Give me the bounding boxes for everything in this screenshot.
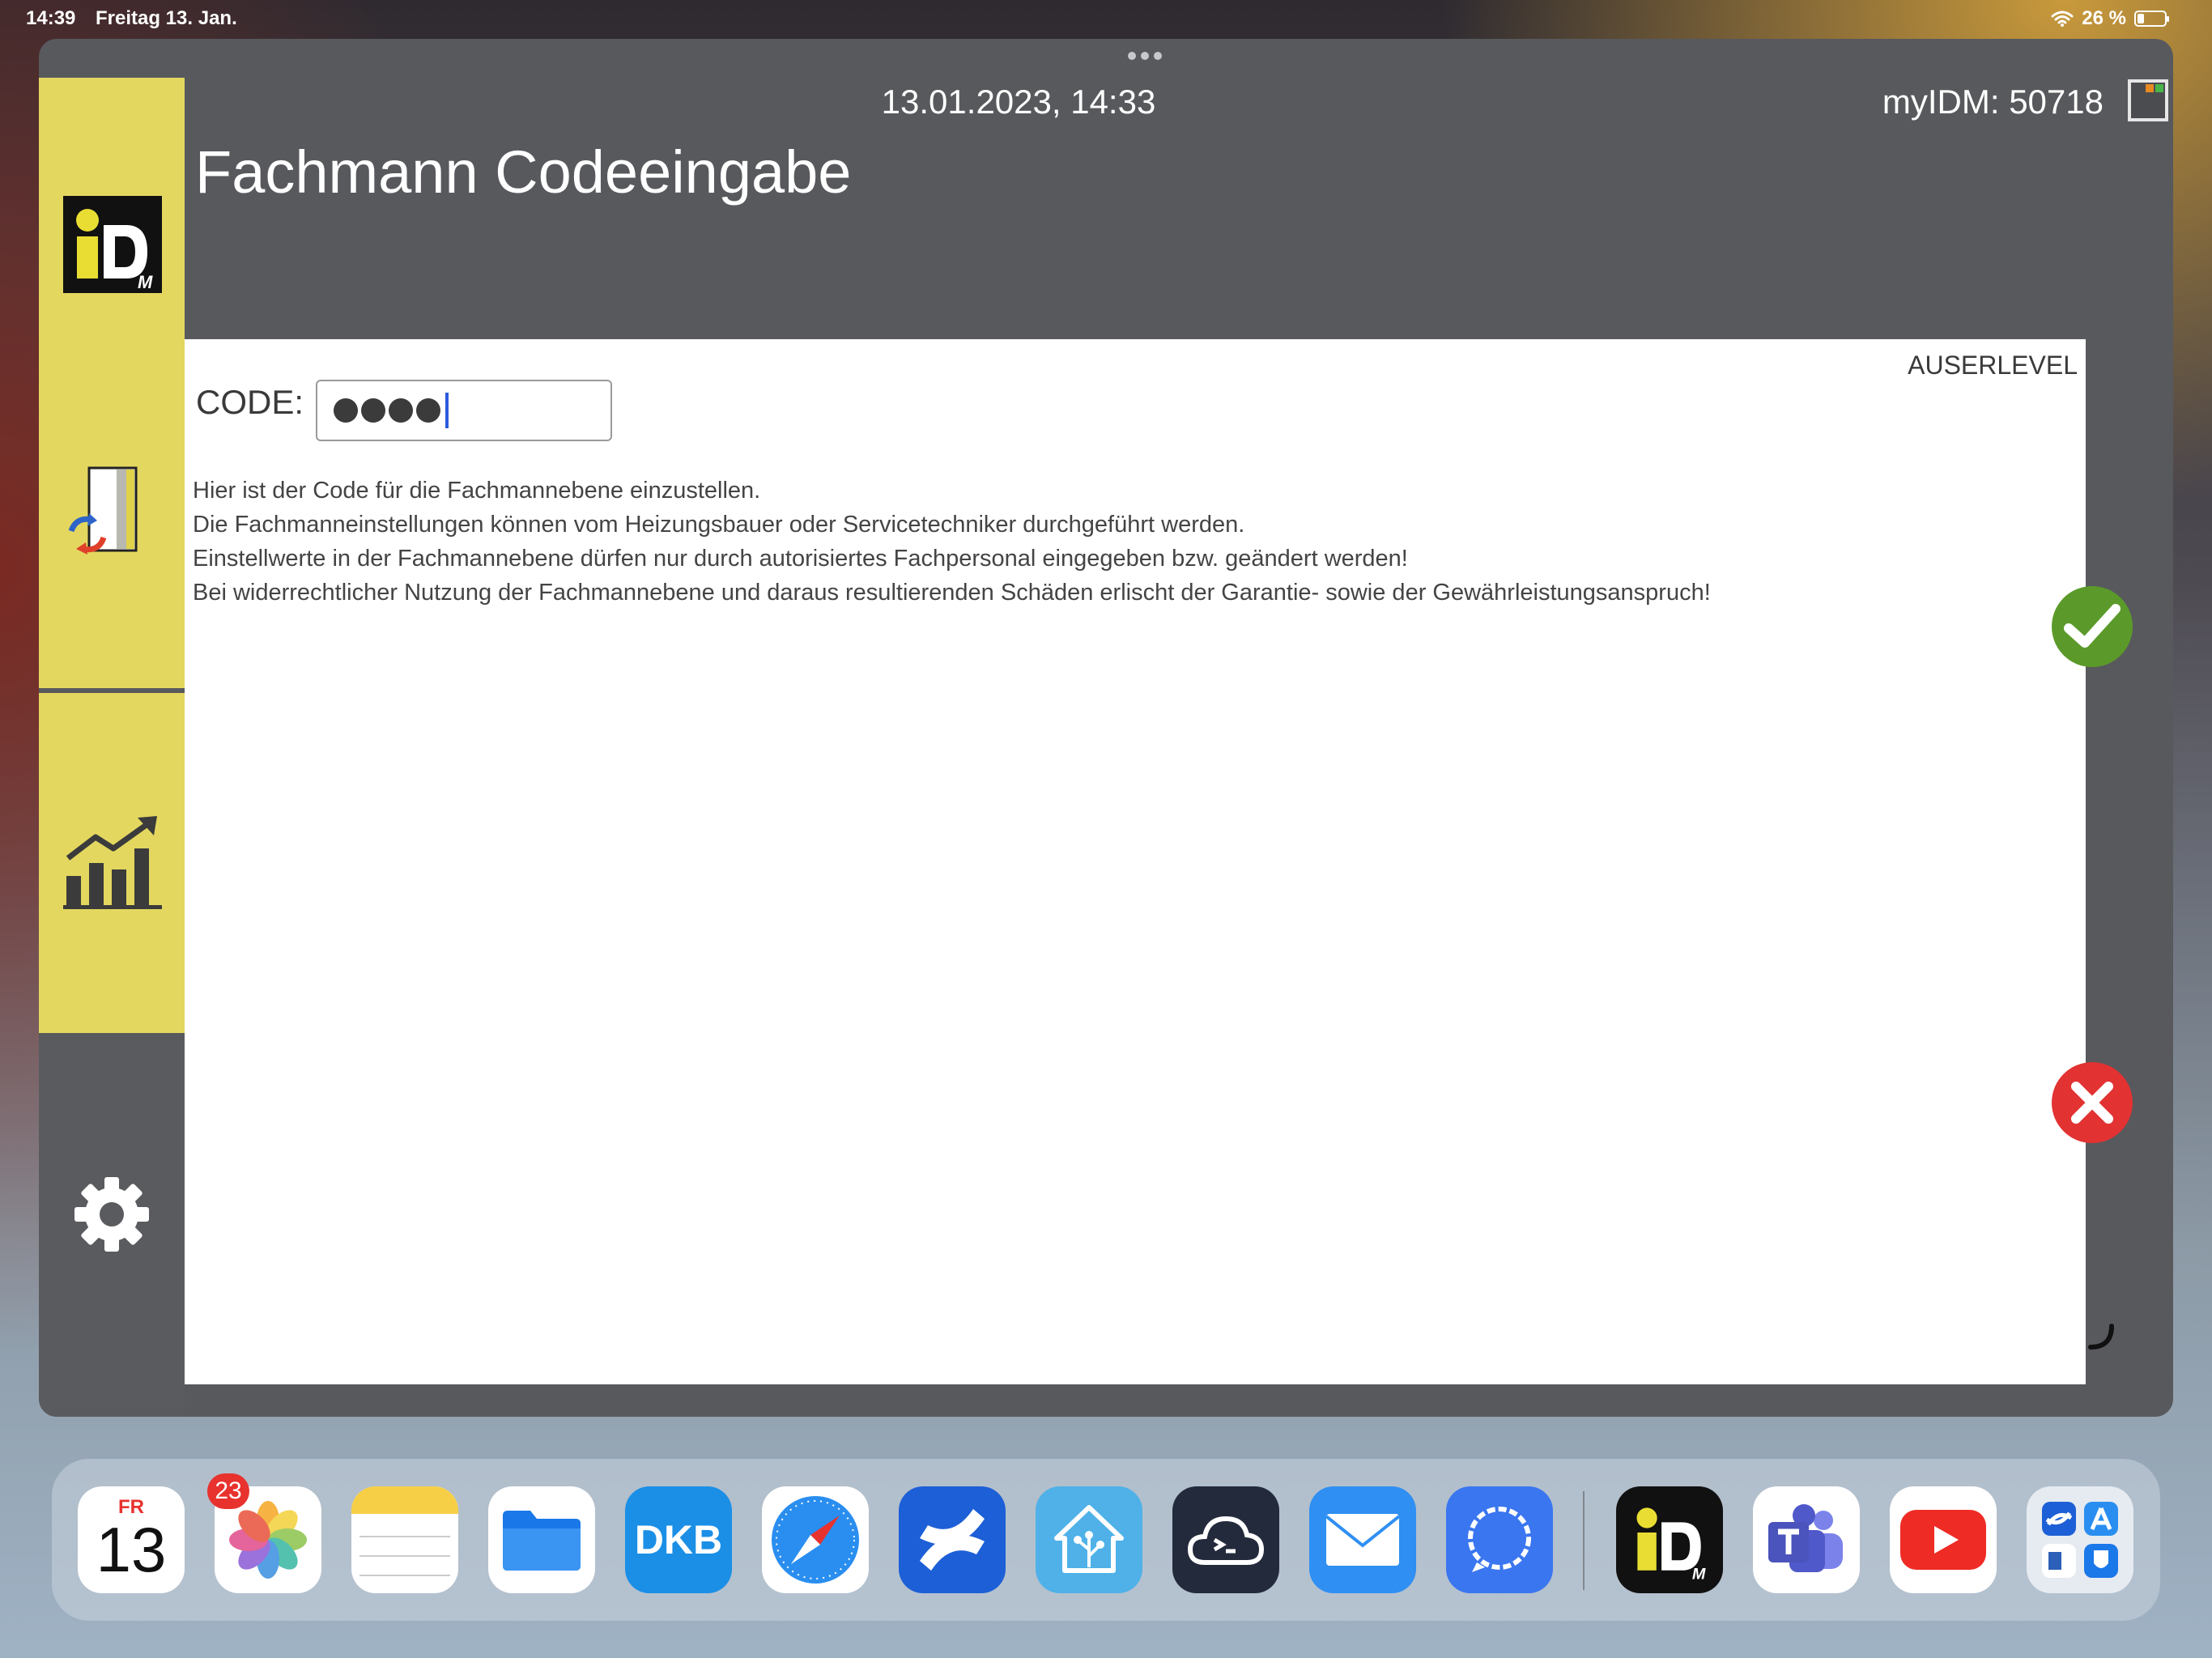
sidebar-item-logo[interactable]: M — [39, 78, 185, 377]
dock-app-teams[interactable] — [1753, 1486, 1860, 1593]
terminal-cloud-icon — [1187, 1516, 1265, 1565]
sidebar-item-settings[interactable] — [39, 1039, 185, 1417]
confluence-icon — [920, 1509, 985, 1571]
dock-app-safari[interactable] — [762, 1486, 869, 1593]
code-entry-panel: AUSERLEVEL CODE: Hier ist der Code für d… — [185, 339, 2086, 1384]
header-datetime: 13.01.2023, 14:33 — [881, 83, 1156, 121]
battery-icon — [2134, 11, 2169, 27]
info-line: Die Fachmanneinstellungen können vom Hei… — [193, 512, 1245, 538]
home-assistant-icon — [1054, 1505, 1124, 1573]
photos-icon — [229, 1501, 307, 1579]
calendar-badge: 23 — [207, 1473, 249, 1509]
compass-icon — [772, 1496, 859, 1584]
bar-chart-icon — [63, 816, 162, 909]
code-dot — [334, 398, 358, 423]
sidebar-item-statistics[interactable] — [39, 693, 185, 1033]
window-grabber-handle[interactable] — [1124, 52, 1166, 63]
folder-icon — [503, 1511, 581, 1571]
dock-app-confluence[interactable] — [899, 1486, 1006, 1593]
close-icon — [2071, 1082, 2113, 1124]
text-caret — [445, 393, 449, 428]
dock-app-notes[interactable] — [351, 1486, 458, 1593]
sidebar-item-file-transfer[interactable] — [39, 345, 185, 688]
dock-app-home-assistant[interactable] — [1036, 1486, 1142, 1593]
info-line: Einstellwerte in der Fachmannebene dürfe… — [193, 546, 1408, 572]
checkmark-icon — [2064, 604, 2121, 648]
dock: 23 FR 13 DKB M — [52, 1459, 2160, 1621]
code-dot — [361, 398, 385, 423]
file-sync-icon — [68, 466, 138, 555]
calendar-date: 13 — [96, 1514, 167, 1585]
cancel-button[interactable] — [2052, 1062, 2133, 1143]
battery-percent: 26 % — [2082, 7, 2126, 29]
page-title: Fachmann Codeeingabe — [195, 138, 852, 206]
dock-app-signal[interactable] — [1446, 1486, 1553, 1593]
dock-app-youtube[interactable] — [1890, 1486, 1997, 1593]
app-window: M 13.01.2023, 14:33 myIDM: 50718 Fachman… — [39, 39, 2173, 1417]
app-library-icon — [2042, 1502, 2118, 1578]
dock-app-idm[interactable]: M — [1616, 1486, 1723, 1593]
window-layout-icon[interactable] — [2128, 79, 2168, 121]
dock-app-files[interactable] — [488, 1486, 595, 1593]
status-date: Freitag 13. Jan. — [96, 7, 237, 29]
resize-handle-icon[interactable] — [2087, 1323, 2115, 1350]
gear-icon — [74, 1177, 149, 1252]
teams-icon — [1768, 1504, 1843, 1572]
header-device-id: myIDM: 50718 — [1882, 83, 2104, 121]
dkb-label: DKB — [634, 1517, 723, 1562]
info-line: Bei widerrechtlicher Nutzung der Fachman… — [193, 580, 1711, 606]
dock-app-mail[interactable] — [1309, 1486, 1416, 1593]
status-bar: 14:39 Freitag 13. Jan. 26 % — [0, 0, 2212, 37]
dock-divider — [1583, 1491, 1585, 1590]
confirm-button[interactable] — [2052, 586, 2133, 667]
wifi-icon — [2051, 11, 2074, 27]
svg-text:M: M — [138, 272, 153, 292]
status-time: 14:39 — [26, 7, 76, 29]
code-dot — [416, 398, 440, 423]
info-text: Hier ist der Code für die Fachmannebene … — [193, 474, 1711, 610]
user-level-label: AUSERLEVEL — [1908, 351, 2078, 380]
dock-app-dkb[interactable]: DKB — [625, 1486, 732, 1593]
dock-app-library[interactable] — [2027, 1486, 2133, 1593]
dock-app-calendar[interactable]: FR 13 — [78, 1486, 185, 1593]
idm-logo-icon: M — [63, 196, 162, 293]
mail-icon — [1325, 1514, 1401, 1566]
info-line: Hier ist der Code für die Fachmannebene … — [193, 478, 761, 504]
svg-text:M: M — [1692, 1566, 1706, 1584]
status-indicators: 26 % — [2051, 7, 2169, 30]
code-label: CODE: — [196, 383, 304, 421]
code-dot — [389, 398, 413, 423]
dock-app-termius[interactable] — [1172, 1486, 1279, 1593]
idm-logo-icon: M — [1636, 1507, 1706, 1584]
notes-icon — [351, 1486, 458, 1576]
play-icon — [1900, 1510, 1986, 1570]
chat-bubble-icon — [1468, 1507, 1531, 1572]
code-input[interactable] — [316, 380, 612, 441]
